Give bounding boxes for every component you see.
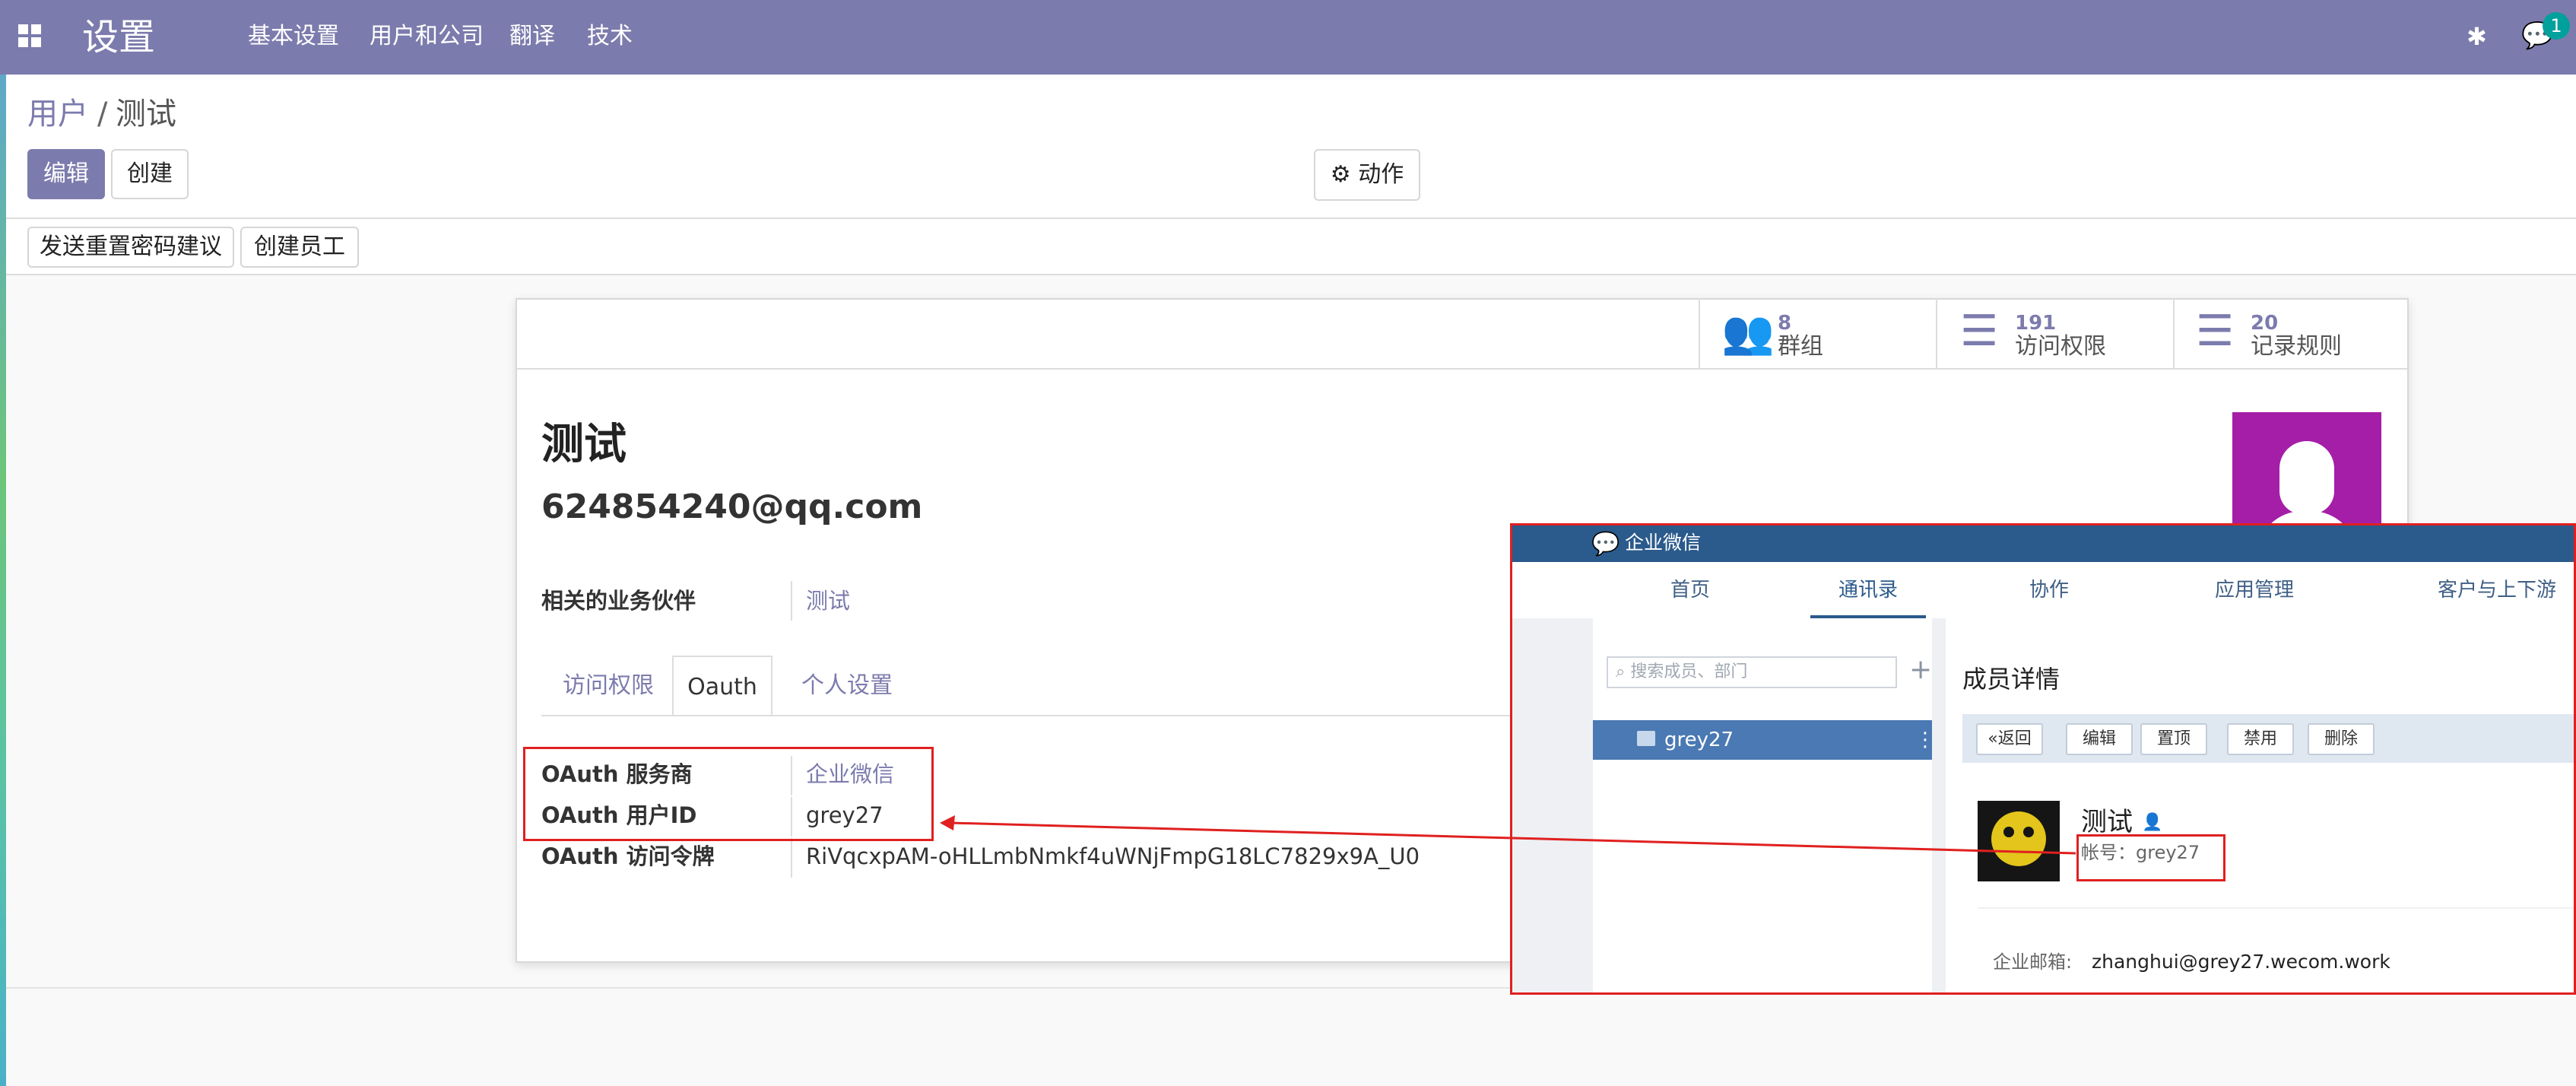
arrow-head <box>940 815 955 830</box>
annotation-arrow <box>940 815 2076 855</box>
arrow-line <box>950 821 2076 855</box>
